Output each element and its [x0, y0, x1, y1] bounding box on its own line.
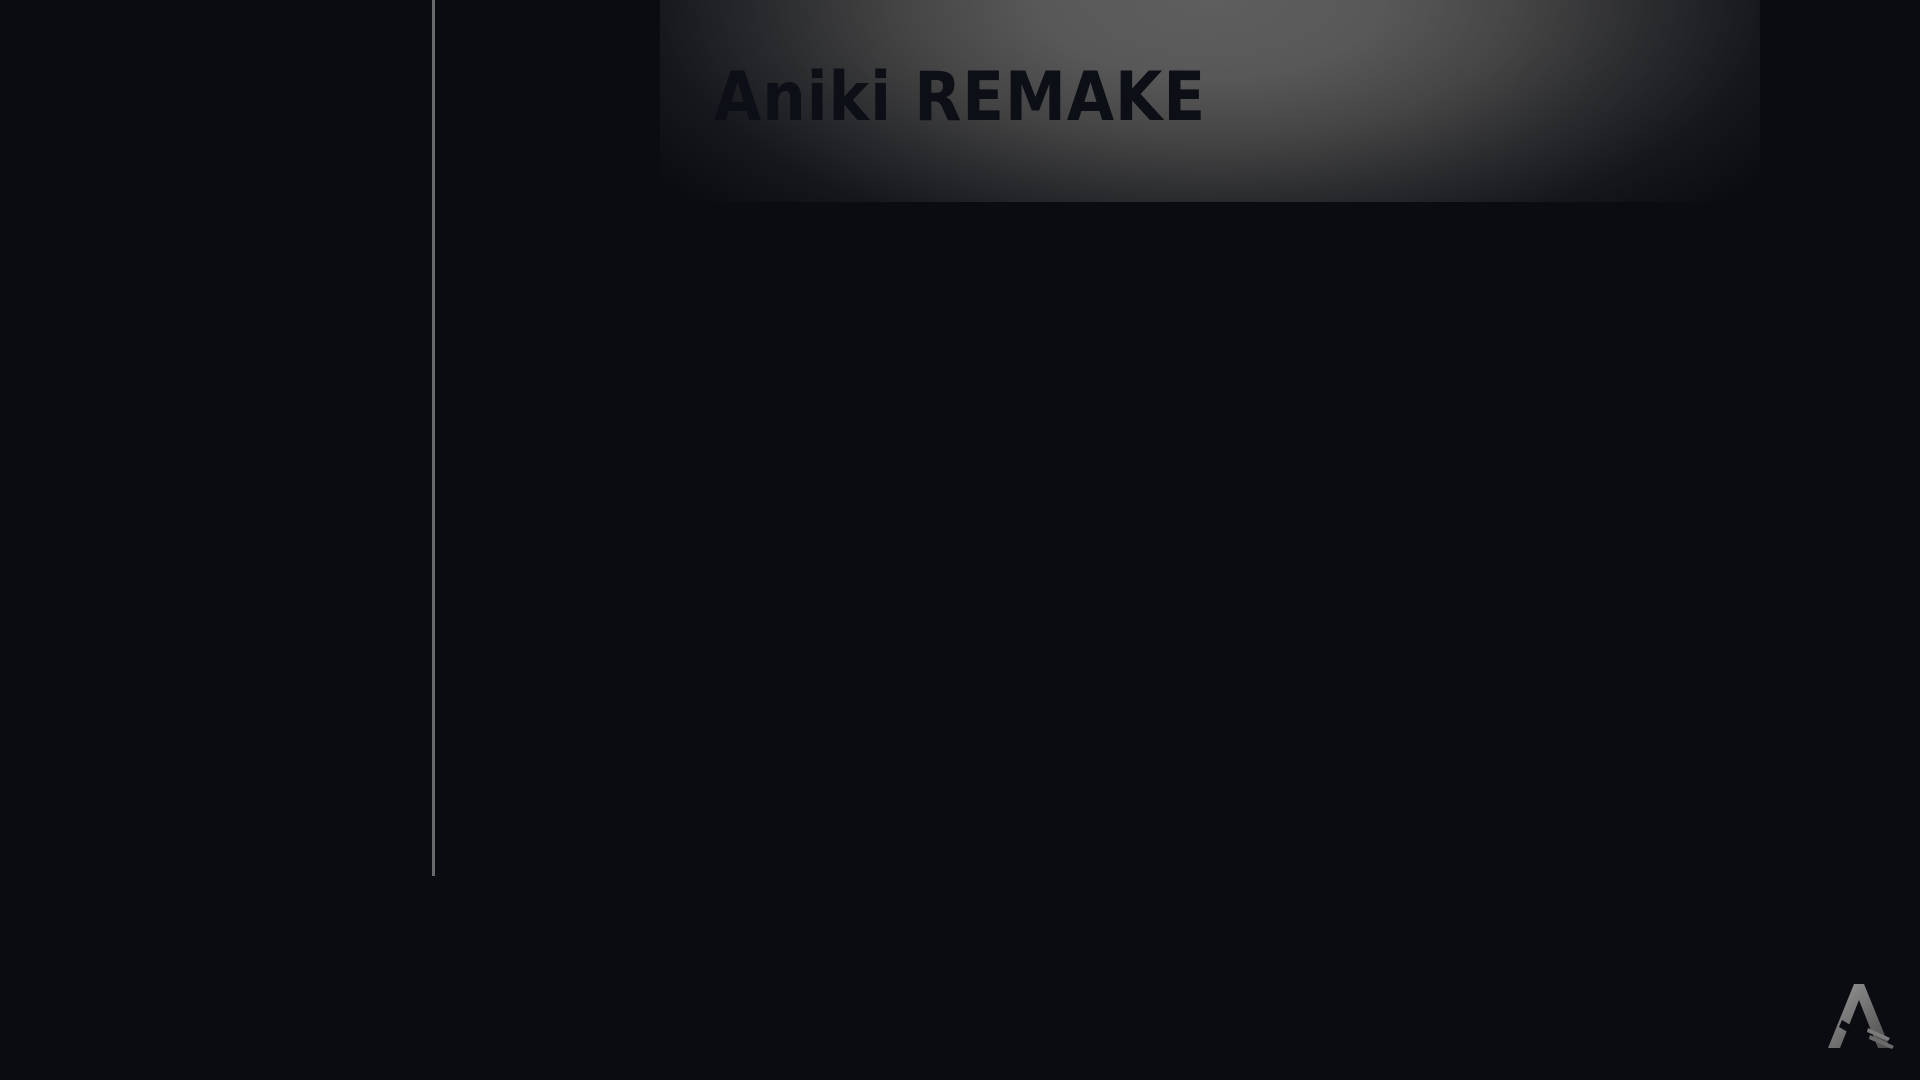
app-title: Aniki REMAKE [713, 58, 1207, 137]
launcher-screen: Aniki REMAKE [0, 0, 1920, 1080]
sidebar-divider [432, 0, 435, 876]
aniki-logo-icon [1828, 984, 1894, 1049]
